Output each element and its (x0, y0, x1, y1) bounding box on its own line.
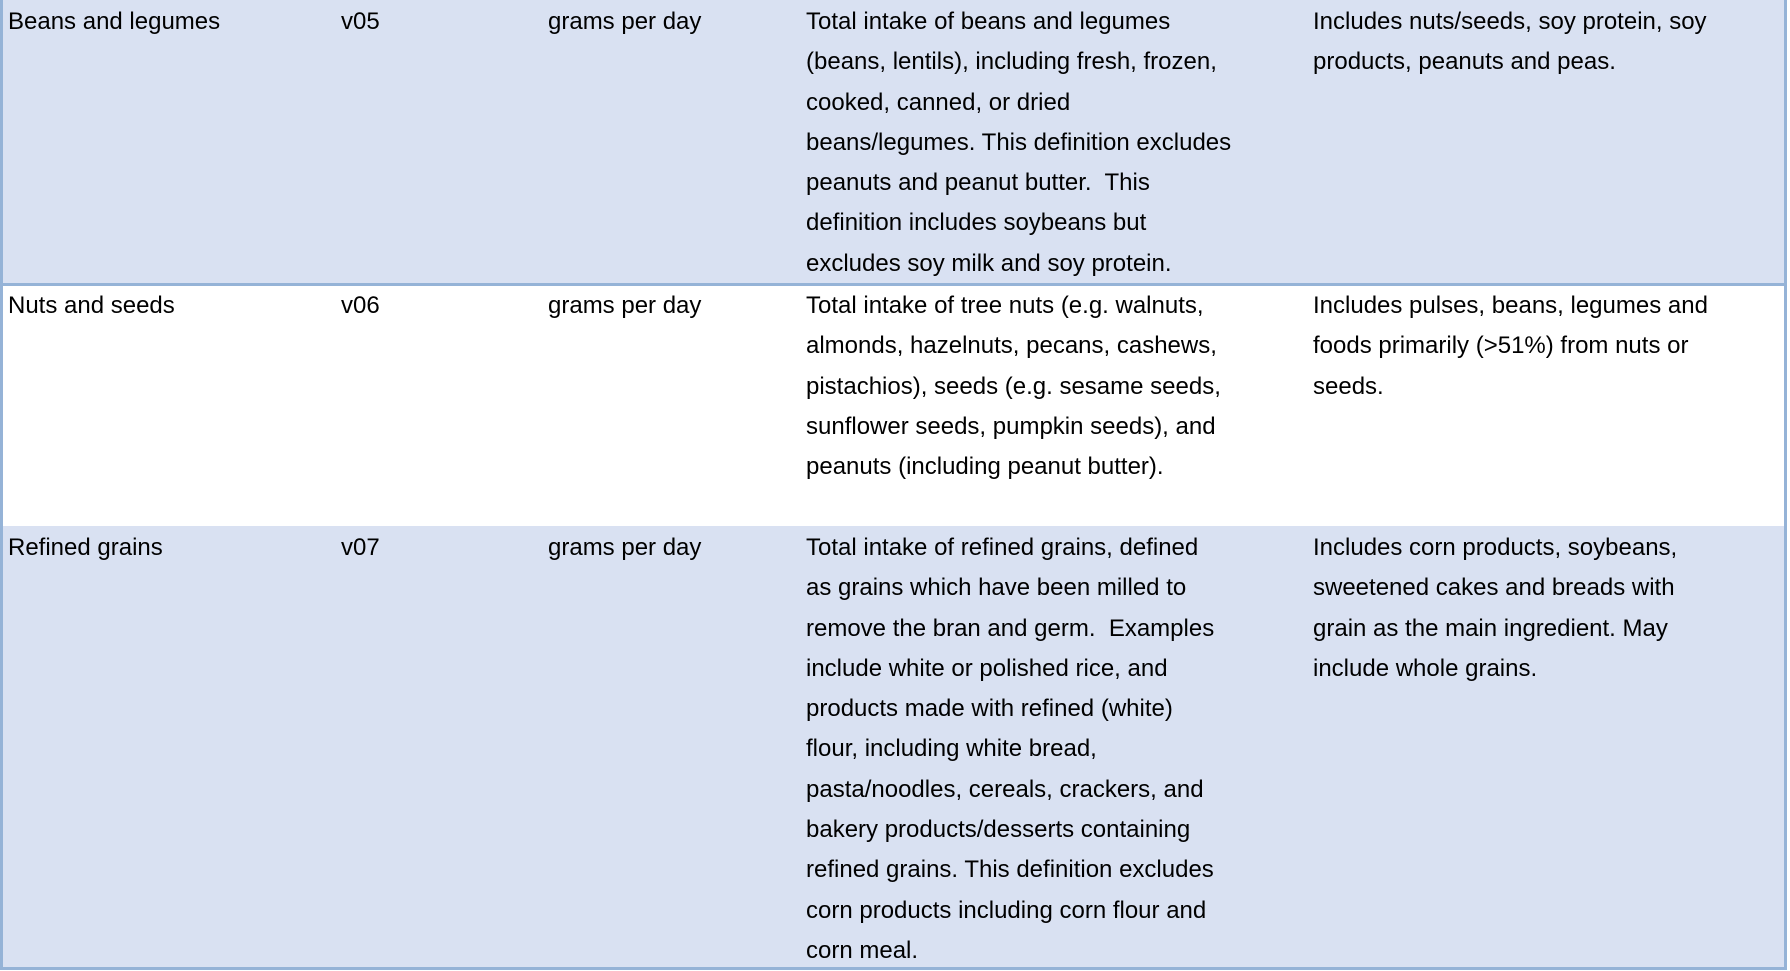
unit-cell: grams per day (548, 8, 702, 35)
unit-cell: grams per day (548, 534, 702, 561)
unit-cell: grams per day (548, 292, 702, 319)
notes-cell: Includes corn products, soybeans, sweete… (1313, 534, 1678, 682)
definition-cell: Total intake of refined grains, defined … (806, 534, 1215, 964)
table-row: Refined grains v07 grams per day Total i… (0, 526, 1787, 970)
food-group-cell: Nuts and seeds (8, 292, 175, 319)
variable-code-cell: v06 (341, 292, 380, 319)
definition-cell: Total intake of beans and legumes (beans… (806, 8, 1232, 277)
table-row: Beans and legumes v05 grams per day Tota… (0, 0, 1787, 286)
variable-code-cell: v05 (341, 8, 380, 35)
table-row: Nuts and seeds v06 grams per day Total i… (0, 284, 1787, 529)
food-group-cell: Beans and legumes (8, 8, 221, 35)
definition-cell: Total intake of tree nuts (e.g. walnuts,… (806, 292, 1221, 481)
notes-cell: Includes pulses, beans, legumes and food… (1313, 292, 1708, 400)
notes-cell: Includes nuts/seeds, soy protein, soy pr… (1313, 8, 1707, 76)
food-group-cell: Refined grains (8, 534, 163, 561)
variable-code-cell: v07 (341, 534, 380, 561)
